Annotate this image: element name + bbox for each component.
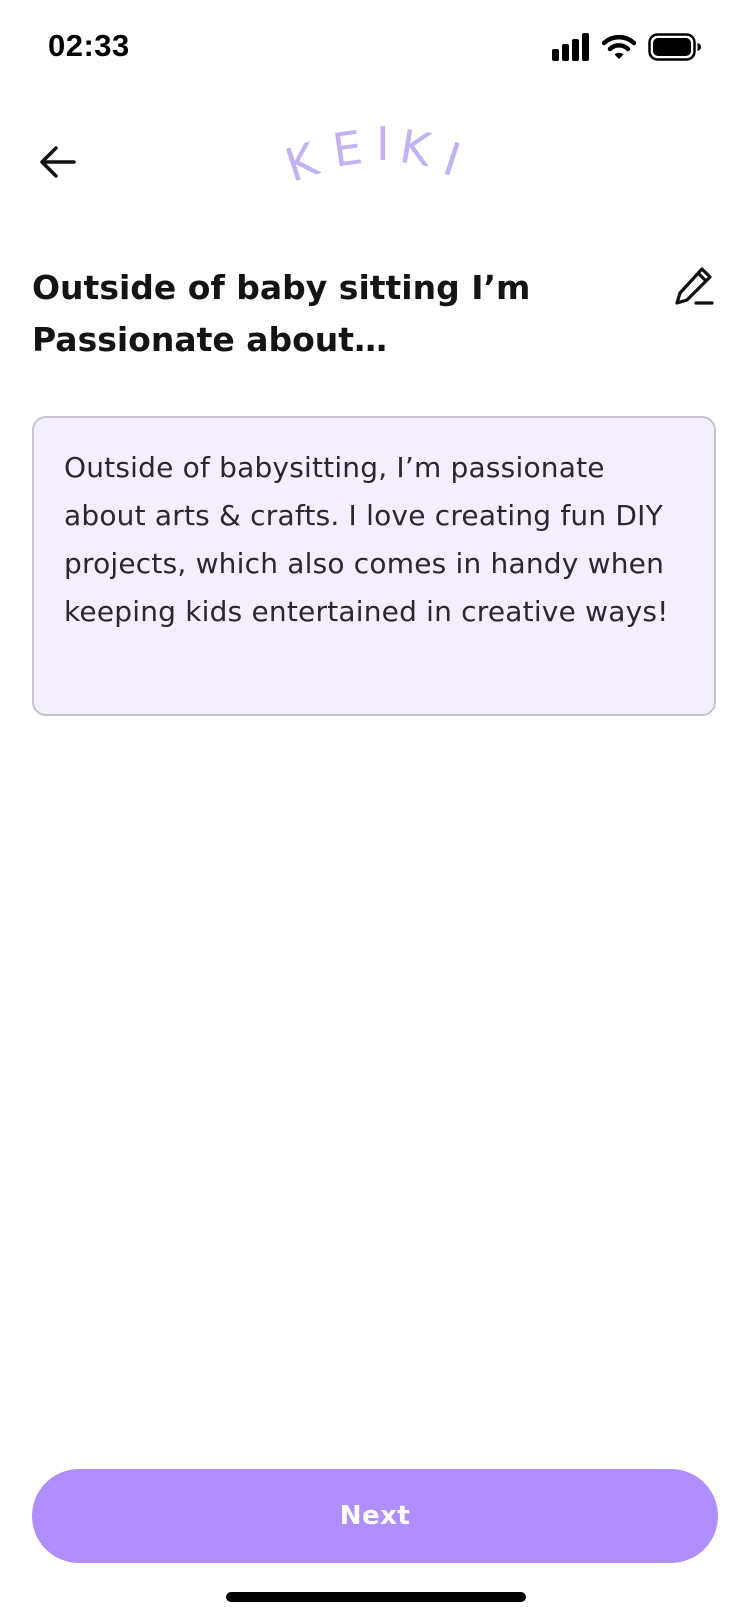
status-icons	[552, 32, 702, 62]
home-indicator	[226, 1592, 526, 1602]
svg-text:K: K	[396, 119, 436, 177]
status-bar: 02:33	[0, 0, 750, 96]
question-title: Outside of baby sitting I’m Passionate a…	[32, 268, 531, 359]
status-time: 02:33	[48, 28, 130, 63]
wifi-icon	[602, 34, 636, 59]
edit-button[interactable]	[670, 262, 718, 310]
back-arrow-icon	[40, 146, 76, 178]
battery-icon	[648, 33, 701, 61]
keiki-logo: K E I K I	[275, 117, 485, 208]
svg-text:I: I	[376, 118, 390, 171]
svg-text:I: I	[437, 132, 467, 188]
pencil-icon	[675, 267, 714, 305]
svg-text:E: E	[329, 120, 365, 178]
answer-text: Outside of babysitting, I’m passionate a…	[64, 451, 669, 628]
svg-text:K: K	[279, 131, 326, 192]
next-button[interactable]: Next	[32, 1469, 718, 1563]
back-button[interactable]	[30, 134, 86, 190]
answer-text-box[interactable]: Outside of babysitting, I’m passionate a…	[32, 416, 716, 716]
signal-icon	[552, 33, 589, 61]
